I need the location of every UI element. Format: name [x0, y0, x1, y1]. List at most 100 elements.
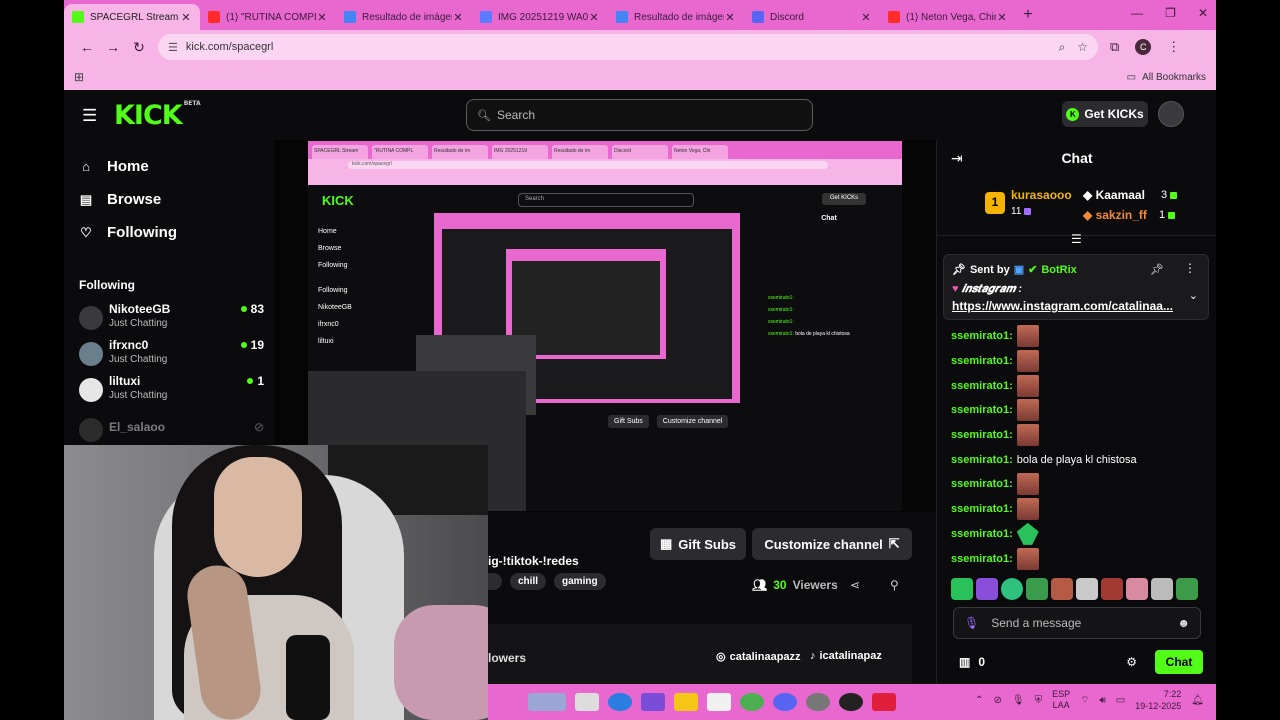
add-user-icon[interactable]: ⚲: [890, 578, 899, 592]
discord-icon[interactable]: [773, 693, 797, 711]
get-kicks-button[interactable]: K Get KICKs: [1062, 101, 1148, 127]
chat-username[interactable]: ssemirato1:: [951, 553, 1013, 565]
chrome-icon[interactable]: [740, 693, 764, 711]
microphone-icon[interactable]: 🎙︎: [1012, 695, 1025, 706]
clock[interactable]: 7:22 19-12-2025: [1135, 688, 1181, 712]
search-input[interactable]: 🔍︎ Search: [466, 99, 813, 131]
chat-username[interactable]: ssemirato1:: [951, 404, 1013, 416]
obs-icon[interactable]: [839, 693, 863, 711]
browser-tab-1[interactable]: (1) "RUTINA COMPLE✕: [200, 4, 336, 30]
emote-button[interactable]: [1151, 578, 1173, 600]
apps-grid-icon[interactable]: ⊞: [74, 70, 84, 84]
browser-tab-4[interactable]: Resultado de imágen ✕: [608, 4, 744, 30]
browser-tab-0[interactable]: SPACEGRL Stream - Y✕: [64, 4, 200, 30]
sidebar-item-home[interactable]: ⌂ Home: [79, 158, 149, 175]
chevron-down-icon[interactable]: ⌄: [1189, 289, 1198, 302]
close-icon[interactable]: ✕: [316, 11, 328, 24]
filter-icon[interactable]: ☰: [1071, 232, 1082, 246]
chat-username[interactable]: ssemirato1:: [951, 330, 1013, 342]
gifter-3[interactable]: ◆ sakzin_ff: [1083, 208, 1147, 222]
emote-button[interactable]: [1051, 578, 1073, 600]
kicks-balance[interactable]: ▥ 0: [959, 655, 985, 669]
emote-button[interactable]: [1126, 578, 1148, 600]
emoji-icon[interactable]: ☻: [1177, 616, 1190, 630]
send-message-input[interactable]: 🎙︎ Send a message ☻: [953, 607, 1201, 639]
close-icon[interactable]: ✕: [860, 11, 872, 24]
emote-button[interactable]: [1101, 578, 1123, 600]
sidebar-item-following[interactable]: ♡ Following: [79, 224, 177, 241]
user-avatar[interactable]: [1158, 101, 1184, 127]
emote-button[interactable]: [1026, 578, 1048, 600]
zoom-icon[interactable]: ⌕: [1059, 40, 1066, 55]
mic-icon[interactable]: 🎙︎: [964, 616, 979, 630]
unpin-icon[interactable]: 📌︎: [1150, 263, 1164, 276]
back-icon[interactable]: ←: [74, 39, 100, 55]
tiktok-link[interactable]: ♪ icatalinapaz: [810, 650, 882, 662]
followed-channel[interactable]: NikoteeGB Just Chatting 83: [79, 302, 264, 336]
copilot-icon[interactable]: [641, 693, 665, 711]
pinned-link[interactable]: https://www.instagram.com/catalinaa...: [952, 299, 1173, 313]
kick-logo[interactable]: KICK BETA: [114, 100, 201, 131]
network-off-icon[interactable]: ⊘: [993, 695, 1001, 706]
wifi-icon[interactable]: ⌔: [1080, 694, 1089, 707]
battery-icon[interactable]: ▭: [1116, 695, 1125, 706]
minimize-icon[interactable]: —: [1131, 6, 1143, 20]
browser-tab-6[interactable]: (1) Neton Vega, Chin ✕: [880, 4, 1016, 30]
extensions-icon[interactable]: ⧉: [1110, 39, 1119, 55]
forward-icon[interactable]: →: [100, 39, 126, 55]
store-icon[interactable]: [707, 693, 731, 711]
notepad-icon[interactable]: [575, 693, 599, 711]
hamburger-menu-icon[interactable]: ☰: [82, 106, 97, 126]
browser-tab-5[interactable]: Discord ✕: [744, 4, 880, 30]
instagram-link[interactable]: ◎ catalinaapazz: [716, 650, 801, 664]
emote-button[interactable]: [976, 578, 998, 600]
bot-name[interactable]: BotRix: [1041, 264, 1076, 276]
chat-send-button[interactable]: Chat: [1155, 650, 1203, 674]
gifter-2[interactable]: ◆ Kaamaal: [1083, 188, 1145, 202]
chat-username[interactable]: ssemirato1:: [951, 454, 1013, 466]
close-window-icon[interactable]: ✕: [1198, 6, 1208, 20]
chat-username[interactable]: ssemirato1:: [951, 355, 1013, 367]
stream-tag[interactable]: [488, 573, 502, 590]
sidebar-item-browse[interactable]: ▤ Browse: [79, 191, 161, 208]
chat-username[interactable]: ssemirato1:: [951, 503, 1013, 515]
language-indicator[interactable]: ESP LAA: [1052, 689, 1070, 711]
close-icon[interactable]: ✕: [452, 11, 464, 24]
chat-username[interactable]: ssemirato1:: [951, 380, 1013, 392]
browser-tab-3[interactable]: IMG 20251219 WA00 ✕: [472, 4, 608, 30]
app-icon[interactable]: [872, 693, 896, 711]
chevron-up-icon[interactable]: ⌃: [975, 695, 983, 706]
address-bar[interactable]: ☰ kick.com/spacegrl ⌕ ☆: [158, 34, 1098, 60]
bookmark-star-icon[interactable]: ☆: [1077, 40, 1088, 54]
more-options-icon[interactable]: ⋮: [1184, 261, 1196, 275]
emote-button[interactable]: [1076, 578, 1098, 600]
reload-icon[interactable]: ↻: [126, 39, 152, 56]
maximize-icon[interactable]: ❐: [1165, 6, 1176, 20]
followed-channel[interactable]: ifrxnc0 Just Chatting 19: [79, 338, 264, 372]
volume-icon[interactable]: 🔊︎: [1099, 695, 1105, 706]
customize-channel-button[interactable]: Customize channel ⇱: [752, 528, 912, 560]
close-icon[interactable]: ✕: [588, 11, 600, 24]
settings-icon[interactable]: [806, 693, 830, 711]
profile-avatar[interactable]: C: [1135, 39, 1152, 55]
gifter-name[interactable]: kurasaooo: [1011, 188, 1072, 202]
followed-channel[interactable]: liltuxi Just Chatting 1: [79, 374, 264, 408]
emote-button[interactable]: [1001, 578, 1023, 600]
site-info-icon[interactable]: ☰: [168, 41, 178, 54]
stream-tag[interactable]: chill: [510, 573, 547, 590]
chat-username[interactable]: ssemirato1:: [951, 528, 1013, 540]
emote-button[interactable]: [1176, 578, 1198, 600]
folder-icon[interactable]: [674, 693, 698, 711]
all-bookmarks-button[interactable]: ▭ All Bookmarks: [1127, 72, 1206, 83]
browser-tab-2[interactable]: Resultado de imágen ✕: [336, 4, 472, 30]
chat-username[interactable]: ssemirato1:: [951, 478, 1013, 490]
share-icon[interactable]: ⋖: [850, 578, 860, 592]
followed-channel-offline[interactable]: El_salaoo ⊘: [79, 414, 264, 448]
gear-icon[interactable]: ⚙: [1126, 655, 1137, 669]
close-icon[interactable]: ✕: [996, 11, 1008, 24]
notification-icon[interactable]: 🔔︎: [1191, 695, 1204, 706]
menu-kebab-icon[interactable]: ⋮: [1167, 39, 1180, 55]
close-icon[interactable]: ✕: [724, 11, 736, 24]
shield-icon[interactable]: ⛨: [1035, 695, 1043, 706]
new-tab-button[interactable]: +: [1016, 6, 1040, 24]
